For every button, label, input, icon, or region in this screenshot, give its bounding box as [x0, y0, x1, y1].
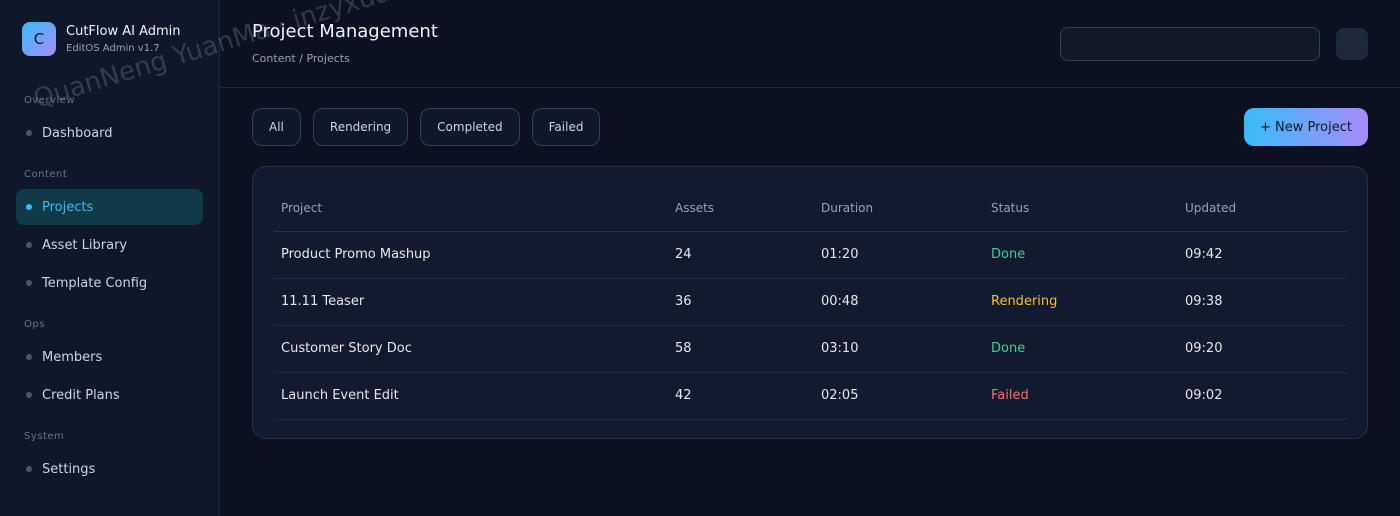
cell-updated: 09:02	[1177, 372, 1347, 420]
cell-assets: 58	[667, 325, 813, 373]
projects-table: Project Assets Duration Status Updated P…	[273, 185, 1347, 420]
column-header-duration: Duration	[813, 185, 983, 232]
sidebar-item-dashboard[interactable]: Dashboard	[16, 115, 203, 151]
sidebar-item-projects[interactable]: Projects	[16, 189, 203, 225]
cell-updated: 09:20	[1177, 325, 1347, 373]
filter-failed[interactable]: Failed	[531, 108, 601, 146]
filter-completed[interactable]: Completed	[420, 108, 520, 146]
cell-updated: 09:38	[1177, 278, 1347, 326]
bullet-icon	[26, 280, 32, 286]
cell-duration: 02:05	[813, 372, 983, 420]
projects-table-card: Project Assets Duration Status Updated P…	[252, 166, 1368, 439]
table-row[interactable]: Customer Story Doc 58 03:10 Done 09:20	[273, 325, 1347, 373]
status-badge: Done	[983, 325, 1177, 373]
filter-rendering[interactable]: Rendering	[312, 108, 409, 146]
sidebar-item-label: Projects	[42, 199, 94, 215]
section-label-content: Content	[24, 169, 68, 180]
bullet-icon	[26, 466, 32, 472]
cell-duration: 01:20	[813, 231, 983, 279]
cell-project: 11.11 Teaser	[273, 278, 667, 326]
app-subtitle: EditOS Admin v1.7	[66, 43, 160, 54]
brand: C CutFlow AI Admin EditOS Admin v1.7	[16, 0, 203, 78]
header-action-button[interactable]	[1336, 28, 1368, 60]
cell-assets: 24	[667, 231, 813, 279]
sidebar-item-credit-plans[interactable]: Credit Plans	[16, 377, 203, 413]
column-header-status: Status	[983, 185, 1177, 232]
sidebar-item-label: Asset Library	[42, 237, 128, 253]
sidebar-item-label: Dashboard	[42, 125, 113, 141]
section-label-ops: Ops	[24, 319, 45, 330]
status-badge: Failed	[983, 372, 1177, 420]
table-row[interactable]: Product Promo Mashup 24 01:20 Done 09:42	[273, 231, 1347, 279]
sidebar-item-asset-library[interactable]: Asset Library	[16, 227, 203, 263]
column-header-assets: Assets	[667, 185, 813, 232]
sidebar: C CutFlow AI Admin EditOS Admin v1.7 Ove…	[0, 0, 220, 516]
status-badge: Done	[983, 231, 1177, 279]
sidebar-item-label: Settings	[42, 461, 96, 477]
search-input[interactable]	[1060, 27, 1320, 61]
column-header-project: Project	[273, 185, 667, 232]
sidebar-item-label: Template Config	[42, 275, 148, 291]
cell-updated: 09:42	[1177, 231, 1347, 279]
new-project-button[interactable]: + New Project	[1244, 108, 1368, 146]
table-row[interactable]: Launch Event Edit 42 02:05 Failed 09:02	[273, 372, 1347, 420]
sidebar-item-members[interactable]: Members	[16, 339, 203, 375]
filter-all[interactable]: All	[252, 108, 301, 146]
filter-bar: All Rendering Completed Failed	[252, 108, 601, 146]
sidebar-item-settings[interactable]: Settings	[16, 451, 203, 487]
cell-duration: 00:48	[813, 278, 983, 326]
column-header-updated: Updated	[1177, 185, 1347, 232]
section-label-overview: Overview	[24, 95, 76, 106]
sidebar-item-template-config[interactable]: Template Config	[16, 265, 203, 301]
section-label-system: System	[24, 431, 65, 442]
bullet-icon	[26, 130, 32, 136]
cell-project: Launch Event Edit	[273, 372, 667, 420]
page-header: Project Management Content / Projects	[220, 0, 1400, 88]
bullet-icon	[26, 354, 32, 360]
breadcrumb: Content / Projects	[252, 52, 350, 65]
app-title: CutFlow AI Admin	[66, 24, 181, 39]
table-header-row: Project Assets Duration Status Updated	[273, 185, 1347, 232]
status-badge: Rendering	[983, 278, 1177, 326]
page-title: Project Management	[252, 21, 438, 42]
cell-project: Product Promo Mashup	[273, 231, 667, 279]
cell-assets: 42	[667, 372, 813, 420]
main-content: Project Management Content / Projects Al…	[220, 0, 1400, 516]
cell-project: Customer Story Doc	[273, 325, 667, 373]
cell-assets: 36	[667, 278, 813, 326]
bullet-icon	[26, 204, 32, 210]
app-root: C CutFlow AI Admin EditOS Admin v1.7 Ove…	[0, 0, 1400, 516]
table-row[interactable]: 11.11 Teaser 36 00:48 Rendering 09:38	[273, 278, 1347, 326]
sidebar-item-label: Credit Plans	[42, 387, 120, 403]
app-logo: C	[22, 22, 56, 56]
sidebar-item-label: Members	[42, 349, 103, 365]
cell-duration: 03:10	[813, 325, 983, 373]
bullet-icon	[26, 392, 32, 398]
bullet-icon	[26, 242, 32, 248]
